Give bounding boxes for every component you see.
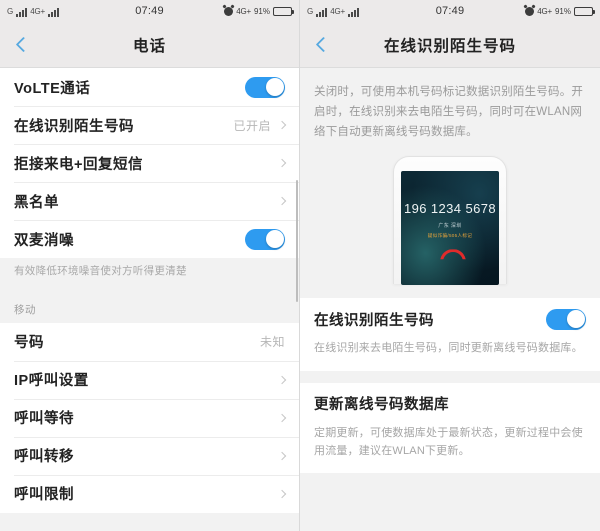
row-value: 已开启 — [233, 118, 271, 133]
row-label: 在线识别陌生号码 — [14, 118, 134, 135]
row-control — [245, 228, 285, 250]
row-call-waiting[interactable]: 呼叫等待 — [0, 398, 299, 437]
update-database-card: 更新离线号码数据库 定期更新，可使数据库处于最新状态，更新过程中会使用流量，建议… — [300, 382, 600, 474]
dual-screenshot-stage: G 4G+ 07:49 4G+ 91% 电话 VoLTE通话 在线识别陌生号码 … — [0, 0, 600, 531]
row-ip-call-settings[interactable]: IP呼叫设置 — [0, 360, 299, 399]
hangup-phone-icon — [440, 249, 460, 259]
row-label: 号码 — [14, 335, 44, 352]
row-label: IP呼叫设置 — [14, 373, 89, 390]
row-label: 双麦消噪 — [14, 232, 74, 249]
row-volte[interactable]: VoLTE通话 — [0, 68, 299, 106]
detail-content: 关闭时，可使用本机号码标记数据识别陌生号码。开启时，在线识别来去电陌生号码，同时… — [300, 68, 600, 531]
row-control — [277, 196, 287, 206]
battery-icon — [574, 6, 595, 16]
feature-description: 关闭时，可使用本机号码标记数据识别陌生号码。开启时，在线识别来去电陌生号码，同时… — [300, 68, 600, 155]
card-title: 在线识别陌生号码 — [314, 312, 434, 329]
row-control: 已开启 — [233, 117, 287, 134]
volte-toggle[interactable] — [245, 76, 285, 98]
chevron-right-icon — [277, 120, 287, 130]
row-control — [277, 375, 287, 384]
chevron-right-icon — [277, 451, 287, 460]
chevron-left-icon — [315, 36, 331, 53]
nav-bar-left: 电话 — [0, 22, 299, 68]
chevron-right-icon — [277, 196, 287, 206]
phone-mockup: 196 1234 5678 广东 深圳 疑似诈骗/505人标记 — [393, 156, 507, 286]
card-title: 更新离线号码数据库 — [314, 397, 449, 414]
row-call-forwarding[interactable]: 呼叫转移 — [0, 436, 299, 475]
chevron-right-icon — [277, 158, 287, 168]
row-control — [277, 413, 287, 422]
chevron-right-icon — [277, 413, 287, 422]
settings-list-left: VoLTE通话 在线识别陌生号码 已开启 拒接来电+回复短信 黑名单 双麦消噪 … — [0, 68, 299, 531]
status-bar-right: G 4G+ 07:49 4G+ 91% — [300, 0, 600, 22]
row-label: 拒接来电+回复短信 — [14, 156, 143, 173]
vertical-scrollbar[interactable] — [295, 180, 298, 302]
row-control — [277, 451, 287, 460]
card-separator — [300, 370, 600, 383]
row-control — [277, 158, 287, 168]
status-bar-left: G 4G+ 07:49 4G+ 91% — [0, 0, 299, 22]
row-online-identify[interactable]: 在线识别陌生号码 已开启 — [0, 106, 299, 144]
status-bar-clock: 07:49 — [435, 5, 465, 17]
incoming-call-number: 196 1234 5678 — [404, 201, 496, 217]
row-number[interactable]: 号码 未知 — [0, 322, 299, 361]
row-label: 呼叫转移 — [14, 449, 74, 466]
online-identify-row[interactable]: 在线识别陌生号码 — [300, 298, 600, 340]
chevron-right-icon — [277, 375, 287, 384]
group-note-dual-mic: 有效降低环境噪音使对方听得更清楚 — [0, 258, 299, 290]
row-dual-mic-noise[interactable]: 双麦消噪 — [0, 220, 299, 258]
update-database-row[interactable]: 更新离线号码数据库 — [300, 383, 600, 425]
card-control — [546, 308, 586, 330]
incoming-call-tag: 疑似诈骗/505人标记 — [427, 233, 473, 239]
incoming-call-location: 广东 深圳 — [438, 223, 462, 230]
alarm-clock-icon — [224, 6, 234, 16]
settings-group-mobile: 号码 未知 IP呼叫设置 呼叫等待 呼叫转移 呼叫限制 — [0, 322, 299, 513]
incoming-call-screen: 196 1234 5678 广东 深圳 疑似诈骗/505人标记 — [401, 171, 499, 286]
row-blacklist[interactable]: 黑名单 — [0, 182, 299, 220]
row-value: 未知 — [259, 335, 285, 350]
chevron-left-icon — [15, 36, 31, 53]
row-control: 未知 — [260, 333, 285, 350]
left-phone-screen: G 4G+ 07:49 4G+ 91% 电话 VoLTE通话 在线识别陌生号码 … — [0, 0, 300, 531]
online-identify-toggle[interactable] — [546, 308, 586, 330]
row-reject-call-sms[interactable]: 拒接来电+回复短信 — [0, 144, 299, 182]
row-control — [277, 489, 287, 498]
row-label: 呼叫限制 — [14, 487, 74, 504]
section-header-mobile: 移动 — [0, 289, 299, 323]
back-button-right[interactable] — [300, 22, 346, 68]
update-database-note: 定期更新，可使数据库处于最新状态，更新过程中会使用流量，建议在WLAN下更新。 — [314, 426, 583, 457]
battery-icon — [273, 6, 294, 16]
dual-mic-toggle[interactable] — [245, 228, 285, 250]
row-call-barring[interactable]: 呼叫限制 — [0, 474, 299, 513]
row-label: 黑名单 — [14, 194, 59, 211]
settings-group-call: VoLTE通话 在线识别陌生号码 已开启 拒接来电+回复短信 黑名单 双麦消噪 — [0, 68, 299, 258]
chevron-right-icon — [277, 489, 287, 498]
status-bar-clock: 07:49 — [135, 5, 164, 17]
phone-preview-wrap: 196 1234 5678 广东 深圳 疑似诈骗/505人标记 — [300, 154, 600, 299]
row-label: VoLTE通话 — [14, 80, 91, 97]
row-label: 呼叫等待 — [14, 411, 74, 428]
right-phone-screen: G 4G+ 07:49 4G+ 91% 在线识别陌生号码 关闭时，可使用本机号码… — [300, 0, 600, 531]
alarm-clock-icon — [525, 6, 535, 16]
empty-space — [300, 473, 600, 531]
back-button-left[interactable] — [0, 22, 46, 68]
row-control — [245, 76, 285, 98]
online-identify-note: 在线识别来去电陌生号码，同时更新离线号码数据库。 — [314, 342, 583, 355]
nav-bar-right: 在线识别陌生号码 — [300, 22, 600, 68]
online-identify-card: 在线识别陌生号码 在线识别来去电陌生号码，同时更新离线号码数据库。 — [300, 298, 600, 371]
